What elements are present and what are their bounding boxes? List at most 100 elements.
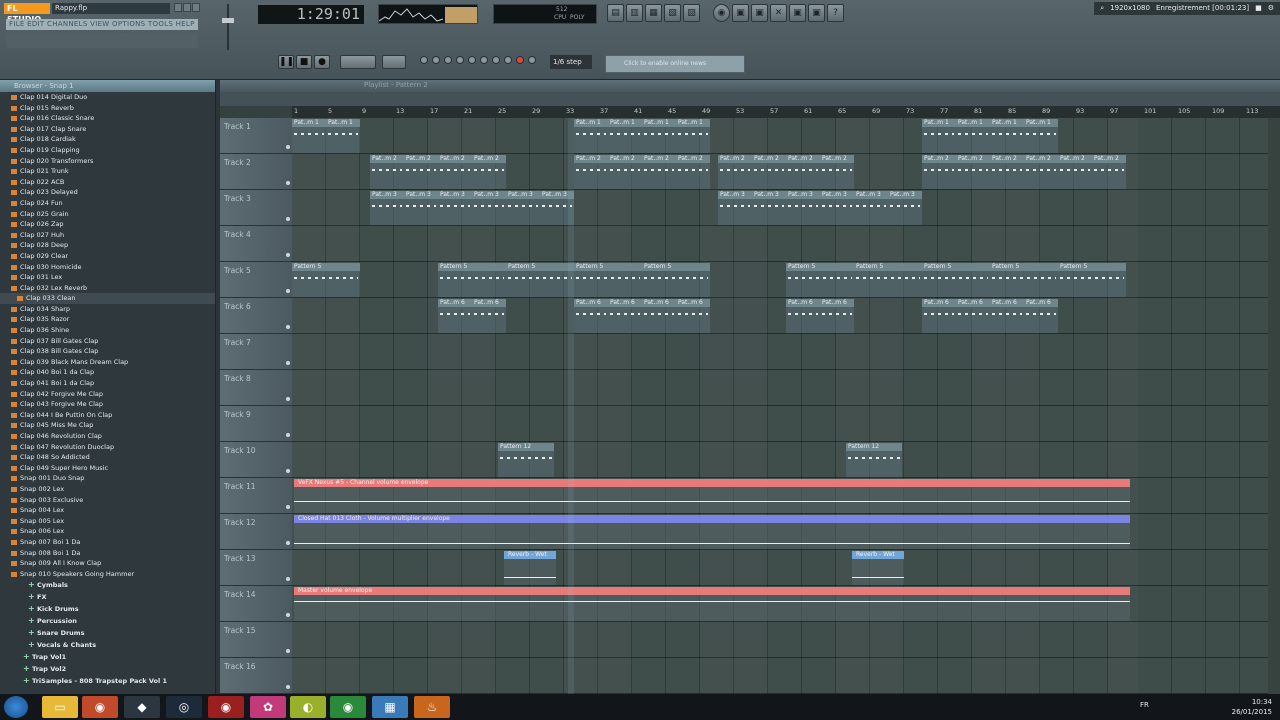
track-header[interactable]: Track 3 <box>220 190 292 226</box>
track-mute-led[interactable] <box>286 613 290 617</box>
tempo-display[interactable] <box>340 55 376 69</box>
pattern-clip[interactable]: Pat..m 1 <box>990 119 1024 153</box>
browser-item[interactable]: Snap 001 Duo Snap <box>0 473 215 484</box>
track-mute-led[interactable] <box>286 433 290 437</box>
pattern-clip[interactable]: Pattern 5 <box>1058 263 1126 297</box>
winamp-icon[interactable]: ◐ <box>290 696 326 718</box>
track-mute-led[interactable] <box>286 145 290 149</box>
pattern-clip[interactable]: Pat..m 1 <box>1024 119 1058 153</box>
camera-icon[interactable]: ■ <box>1255 2 1262 15</box>
track-mute-led[interactable] <box>286 289 290 293</box>
browser-item[interactable]: Clap 037 Bill Gates Clap <box>0 336 215 347</box>
pattern-clip[interactable]: Pat..m 6 <box>820 299 854 333</box>
fl-studio-icon[interactable]: ♨ <box>414 696 450 718</box>
track-header[interactable]: Track 4 <box>220 226 292 262</box>
loop-icon[interactable] <box>468 56 476 64</box>
pattern-clip[interactable]: Pattern 5 <box>922 263 990 297</box>
browser-folder[interactable]: Kick Drums <box>0 603 215 615</box>
browser-item[interactable]: Clap 049 Super Hero Music <box>0 463 215 474</box>
pattern-clip[interactable]: Pat..m 1 <box>292 119 326 153</box>
pattern-clip[interactable]: Pat..m 1 <box>676 119 710 153</box>
track-header[interactable]: Track 2 <box>220 154 292 190</box>
pattern-clip[interactable]: Pat..m 1 <box>922 119 956 153</box>
browser-item[interactable]: Clap 033 Clean <box>0 293 215 304</box>
timeline-ruler[interactable]: 1 5 9 13 17 21 25 29 33 37 41 45 49 53 57 61 65 69 73 77 81 8… <box>292 106 1280 118</box>
browser-item[interactable]: Clap 044 I Be Puttin On Clap <box>0 410 215 421</box>
wait-icon[interactable] <box>432 56 440 64</box>
browser-item[interactable]: Clap 041 Boi 1 da Clap <box>0 378 215 389</box>
track-header[interactable]: Track 8 <box>220 370 292 406</box>
pattern-clip[interactable]: Pat..m 2 <box>608 155 642 189</box>
pattern-clip[interactable]: Pat..m 3 <box>472 191 506 225</box>
track-mute-led[interactable] <box>286 397 290 401</box>
browser-item[interactable]: Snap 003 Exclusive <box>0 495 215 506</box>
pattern-clip[interactable]: Pattern 12 <box>498 443 554 477</box>
search-icon[interactable]: ⌕ <box>1100 2 1104 15</box>
track-header[interactable]: Track 14 <box>220 586 292 622</box>
track-header[interactable]: Track 16 <box>220 658 292 694</box>
channel-rack-button[interactable]: ▦ <box>645 4 662 22</box>
track-header[interactable]: Track 10 <box>220 442 292 478</box>
tool-button-5[interactable]: ▣ <box>808 4 825 22</box>
time-display[interactable]: 1:29:01 <box>258 5 364 24</box>
browser-root-folder[interactable]: Trap Vol1 <box>0 651 215 663</box>
browser-root-folder[interactable]: Trap Vol2 <box>0 663 215 675</box>
pattern-clip[interactable]: Pat..m 2 <box>370 155 404 189</box>
pattern-clip[interactable]: Pattern 12 <box>846 443 902 477</box>
record-button[interactable]: ● <box>314 55 330 69</box>
track-mute-led[interactable] <box>286 217 290 221</box>
browser-item[interactable]: Clap 034 Sharp <box>0 304 215 315</box>
settings-icon[interactable]: ⚙ <box>1268 2 1274 15</box>
browser-item[interactable]: Snap 008 Boi 1 Da <box>0 548 215 559</box>
pattern-clip[interactable]: Pat..m 2 <box>642 155 676 189</box>
explorer-icon[interactable]: ▭ <box>42 696 78 718</box>
browser-item[interactable]: Clap 021 Trunk <box>0 166 215 177</box>
browser-item[interactable]: Clap 036 Shine <box>0 325 215 336</box>
browser-item[interactable]: Clap 017 Clap Snare <box>0 124 215 135</box>
pattern-clip[interactable]: Pat..m 2 <box>1024 155 1058 189</box>
pause-button[interactable]: ❚❚ <box>278 55 294 69</box>
pattern-clip[interactable]: Pat..m 2 <box>820 155 854 189</box>
pattern-clip[interactable]: Pat..m 2 <box>786 155 820 189</box>
help-button[interactable]: ? <box>827 4 844 22</box>
browser-folder[interactable]: Percussion <box>0 615 215 627</box>
pattern-clip[interactable]: Pat..m 3 <box>752 191 786 225</box>
master-volume-slider[interactable] <box>222 4 234 50</box>
playhead[interactable] <box>568 118 574 694</box>
pattern-clip[interactable]: Pat..m 6 <box>922 299 956 333</box>
pattern-clip[interactable]: Pat..m 6 <box>642 299 676 333</box>
browser-item[interactable]: Clap 040 Boi 1 da Clap <box>0 367 215 378</box>
stop-button[interactable]: ■ <box>296 55 312 69</box>
pattern-clip[interactable]: Pat..m 6 <box>608 299 642 333</box>
browser-item[interactable]: Snap 004 Lex <box>0 505 215 516</box>
browser-item[interactable]: Clap 018 Cardiak <box>0 134 215 145</box>
track-mute-led[interactable] <box>286 649 290 653</box>
browser-item[interactable]: Clap 047 Revolution Duoclap <box>0 442 215 453</box>
plugin-button[interactable]: ◉ <box>713 4 730 22</box>
browser-item[interactable]: Clap 035 Razor <box>0 314 215 325</box>
pattern-clip[interactable]: Pat..m 3 <box>888 191 922 225</box>
browser-item[interactable]: Clap 028 Deep <box>0 240 215 251</box>
pattern-clip[interactable]: Pat..m 1 <box>956 119 990 153</box>
browser-folder[interactable]: Cymbals <box>0 579 215 591</box>
browser-item[interactable]: Clap 045 Miss Me Clap <box>0 420 215 431</box>
language-indicator[interactable]: FR <box>1140 701 1149 709</box>
start-button[interactable] <box>4 696 28 718</box>
network-icon[interactable]: ▦ <box>372 696 408 718</box>
pattern-clip[interactable]: Pat..m 2 <box>1092 155 1126 189</box>
step-edit-icon[interactable] <box>504 56 512 64</box>
track-header[interactable]: Track 5 <box>220 262 292 298</box>
overdub-icon[interactable] <box>528 56 536 64</box>
track-header[interactable]: Track 9 <box>220 406 292 442</box>
pattern-clip[interactable]: Pat..m 2 <box>574 155 608 189</box>
browser-item[interactable]: Clap 025 Grain <box>0 209 215 220</box>
blend-icon[interactable] <box>456 56 464 64</box>
pattern-clip[interactable]: Pat..m 6 <box>676 299 710 333</box>
pattern-clip[interactable]: Pat..m 3 <box>718 191 752 225</box>
clock[interactable]: 10:34 26/01/2015 <box>1232 697 1272 717</box>
track-header[interactable]: Track 12 <box>220 514 292 550</box>
media-icon[interactable]: ◉ <box>208 696 244 718</box>
pattern-clip[interactable]: Pat..m 2 <box>956 155 990 189</box>
rec-arm-icon[interactable] <box>516 56 524 64</box>
tool-button-2[interactable]: ▣ <box>751 4 768 22</box>
